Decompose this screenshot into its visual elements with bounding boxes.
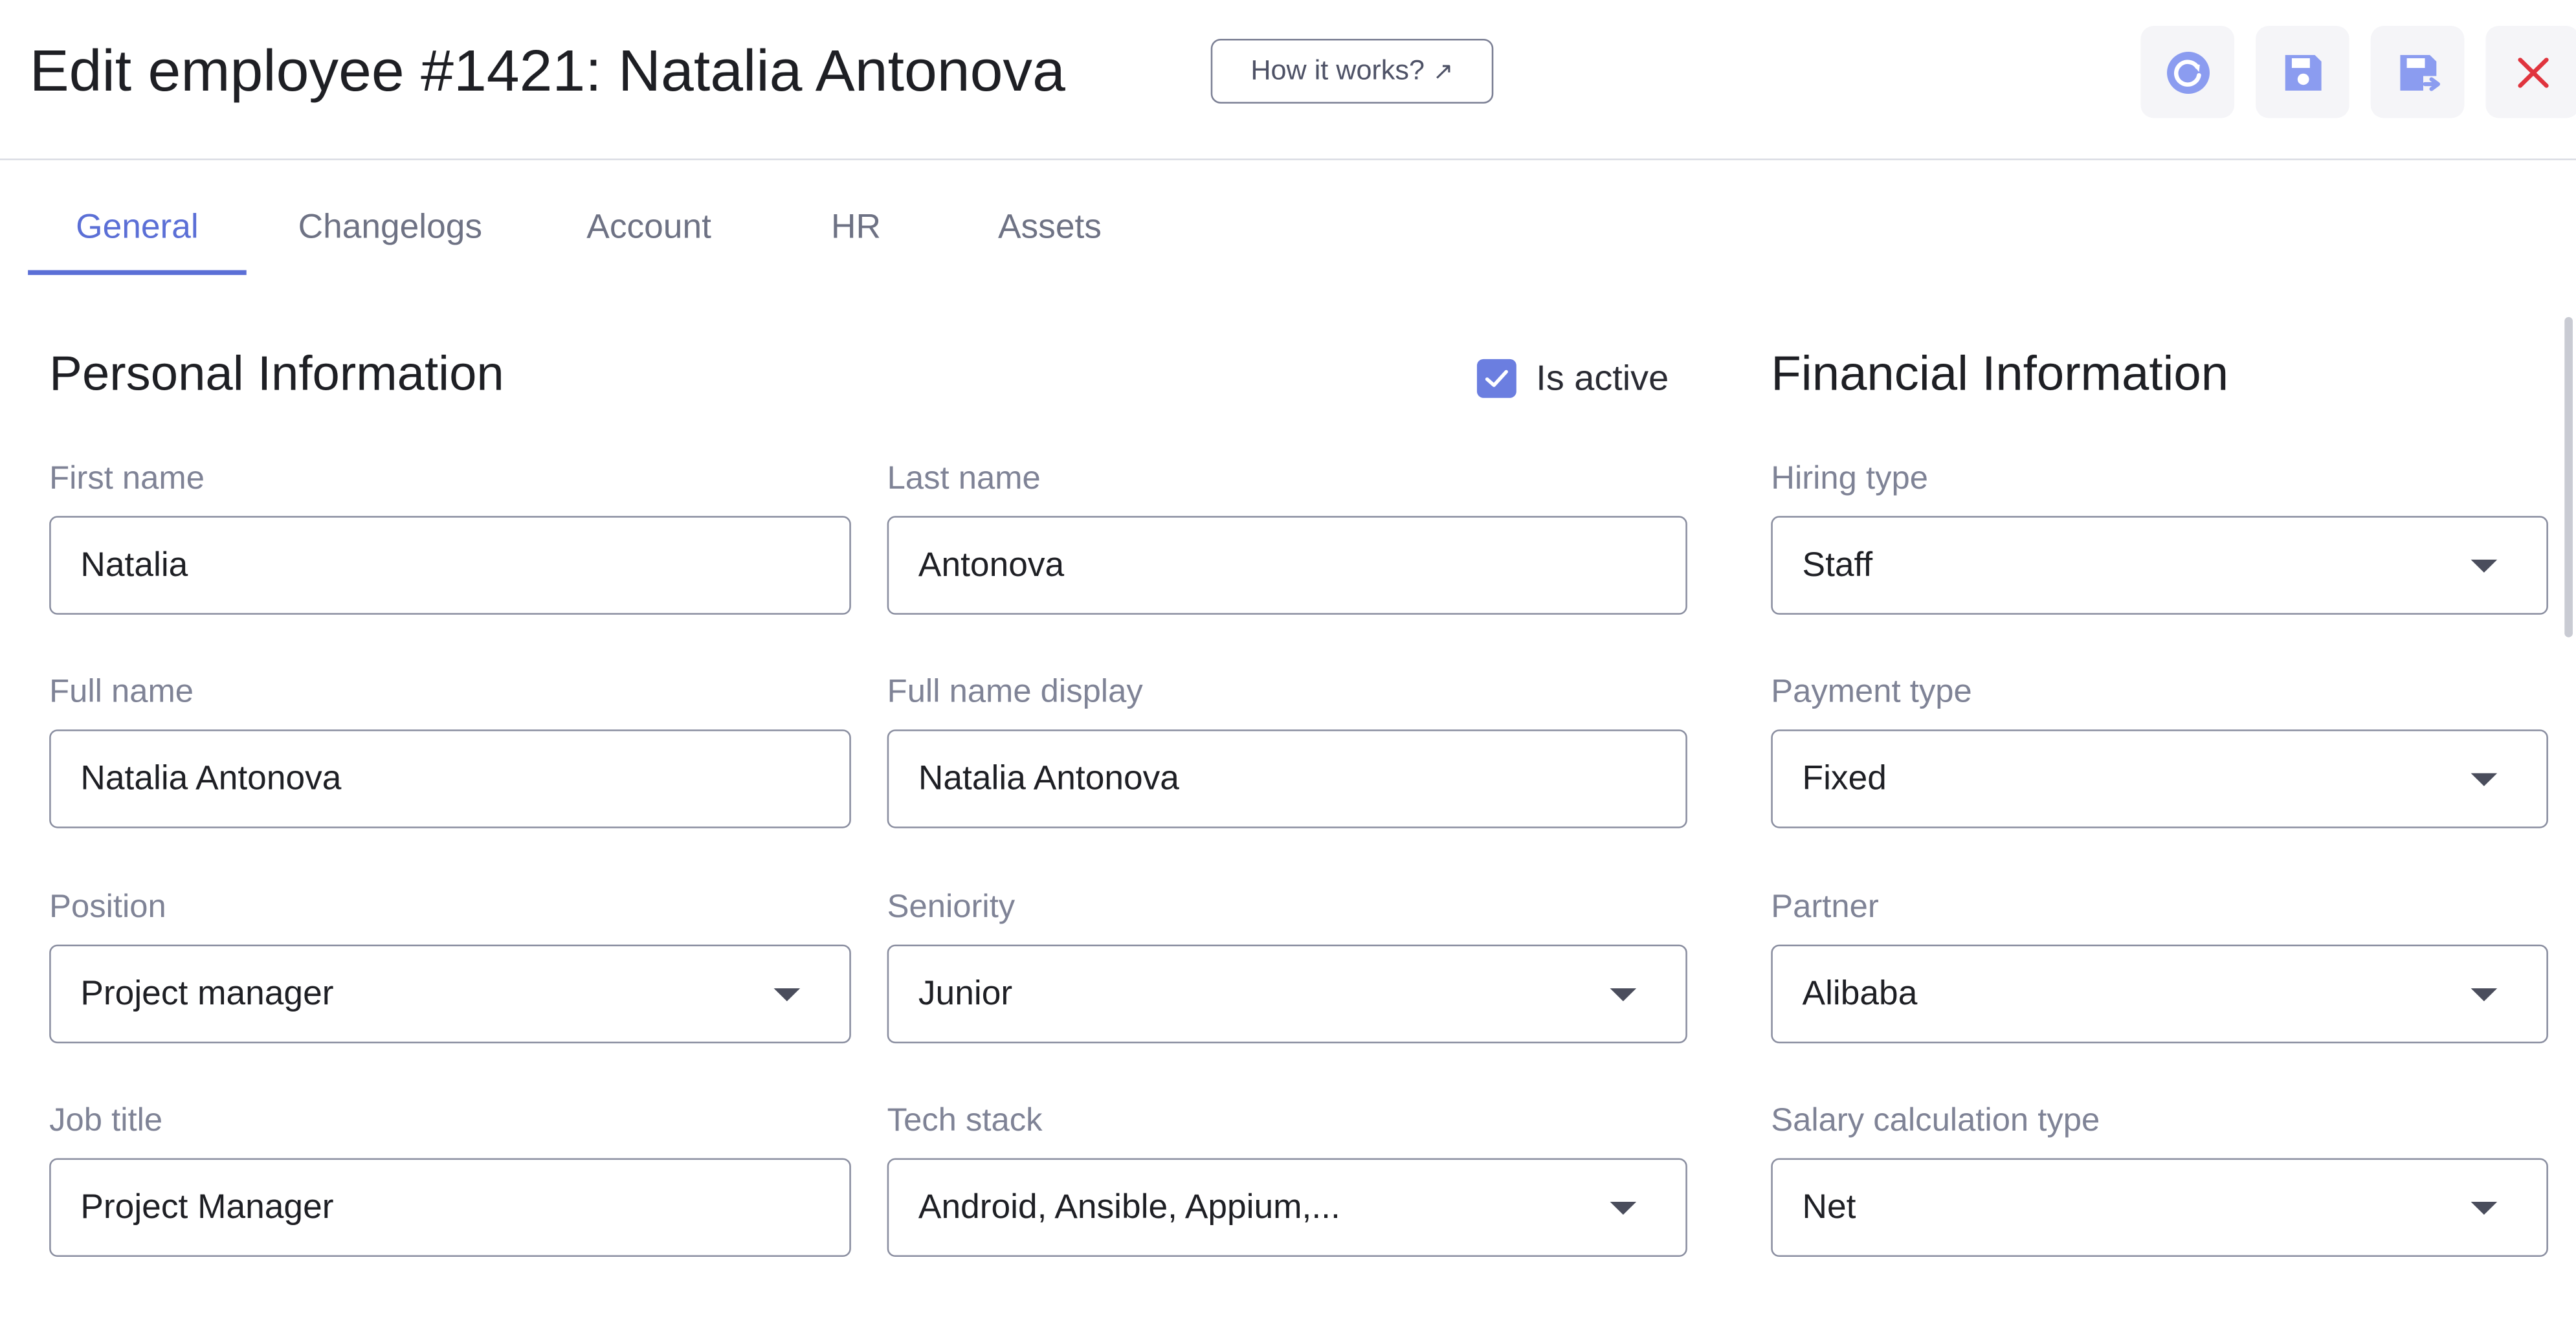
page-title: Edit employee #1421: Natalia Antonova (29, 37, 1065, 104)
salary-calc-select[interactable]: Net (1771, 1158, 2548, 1257)
tab-hr[interactable]: HR (800, 181, 912, 275)
chevron-down-icon (1610, 1202, 1637, 1215)
close-button[interactable] (2485, 25, 2576, 118)
seniority-value: Junior (918, 974, 1013, 1012)
position-value: Project manager (80, 974, 334, 1012)
how-it-works-label: How it works? (1250, 54, 1425, 86)
seniority-label: Seniority (887, 889, 1016, 925)
chevron-down-icon (1610, 988, 1637, 1002)
first-name-input[interactable]: Natalia (49, 516, 851, 615)
position-label: Position (49, 889, 166, 925)
save-icon (2284, 54, 2321, 90)
last-name-label: Last name (887, 461, 1041, 497)
tech-stack-select[interactable]: Android, Ansible, Appium,... (887, 1158, 1687, 1257)
payment-type-select[interactable]: Fixed (1771, 729, 2548, 828)
external-link-icon: ↗ (1432, 58, 1454, 86)
tech-stack-label: Tech stack (887, 1103, 1043, 1139)
refresh-button[interactable] (2140, 25, 2235, 118)
payment-type-label: Payment type (1771, 674, 1972, 711)
full-name-label: Full name (49, 674, 194, 711)
job-title-label: Job title (49, 1103, 163, 1139)
last-name-input[interactable]: Antonova (887, 516, 1687, 615)
full-name-display-label: Full name display (887, 674, 1143, 711)
chevron-down-icon (773, 988, 801, 1002)
how-it-works-button[interactable]: How it works? ↗ (1210, 38, 1494, 104)
scrollbar[interactable] (2564, 316, 2573, 637)
close-icon (2517, 56, 2548, 87)
full-name-display-input[interactable]: Natalia Antonova (887, 729, 1687, 828)
chevron-down-icon (2471, 559, 2498, 573)
position-select[interactable]: Project manager (49, 944, 851, 1044)
edit-employee-page: Edit employee #1421: Natalia Antonova Ho… (0, 0, 2576, 1328)
tab-assets[interactable]: Assets (968, 181, 1132, 275)
partner-select[interactable]: Alibaba (1771, 944, 2548, 1044)
save-and-close-button[interactable] (2370, 25, 2465, 118)
partner-label: Partner (1771, 889, 1879, 925)
is-active-label: Is active (1536, 357, 1669, 398)
save-button[interactable] (2256, 25, 2349, 118)
financial-info-title: Financial Information (1771, 348, 2229, 401)
salary-calc-value: Net (1802, 1188, 1856, 1226)
salary-calc-label: Salary calculation type (1771, 1103, 2100, 1139)
save-and-close-icon (2399, 54, 2439, 91)
job-title-input[interactable]: Project Manager (49, 1158, 851, 1257)
tab-account[interactable]: Account (550, 181, 748, 275)
partner-value: Alibaba (1802, 974, 1918, 1012)
seniority-select[interactable]: Junior (887, 944, 1687, 1044)
payment-type-value: Fixed (1802, 759, 1887, 797)
tab-general[interactable]: General (28, 181, 247, 275)
first-name-label: First name (49, 461, 205, 497)
is-active-control[interactable]: Is active (1476, 357, 1669, 399)
is-active-checkbox[interactable] (1476, 359, 1516, 398)
personal-info-title: Personal Information (49, 348, 504, 401)
page-header: Edit employee #1421: Natalia Antonova Ho… (0, 0, 2576, 160)
tab-changelogs[interactable]: Changelogs (263, 181, 517, 275)
hiring-type-select[interactable]: Staff (1771, 516, 2548, 615)
hiring-type-label: Hiring type (1771, 461, 1928, 497)
chevron-down-icon (2471, 1202, 2498, 1215)
refresh-icon (2166, 50, 2209, 93)
hiring-type-value: Staff (1802, 546, 1873, 584)
checkmark-icon (1485, 370, 1508, 387)
tech-stack-value: Android, Ansible, Appium,... (918, 1188, 1340, 1226)
chevron-down-icon (2471, 988, 2498, 1002)
chevron-down-icon (2471, 773, 2498, 786)
full-name-input[interactable]: Natalia Antonova (49, 729, 851, 828)
